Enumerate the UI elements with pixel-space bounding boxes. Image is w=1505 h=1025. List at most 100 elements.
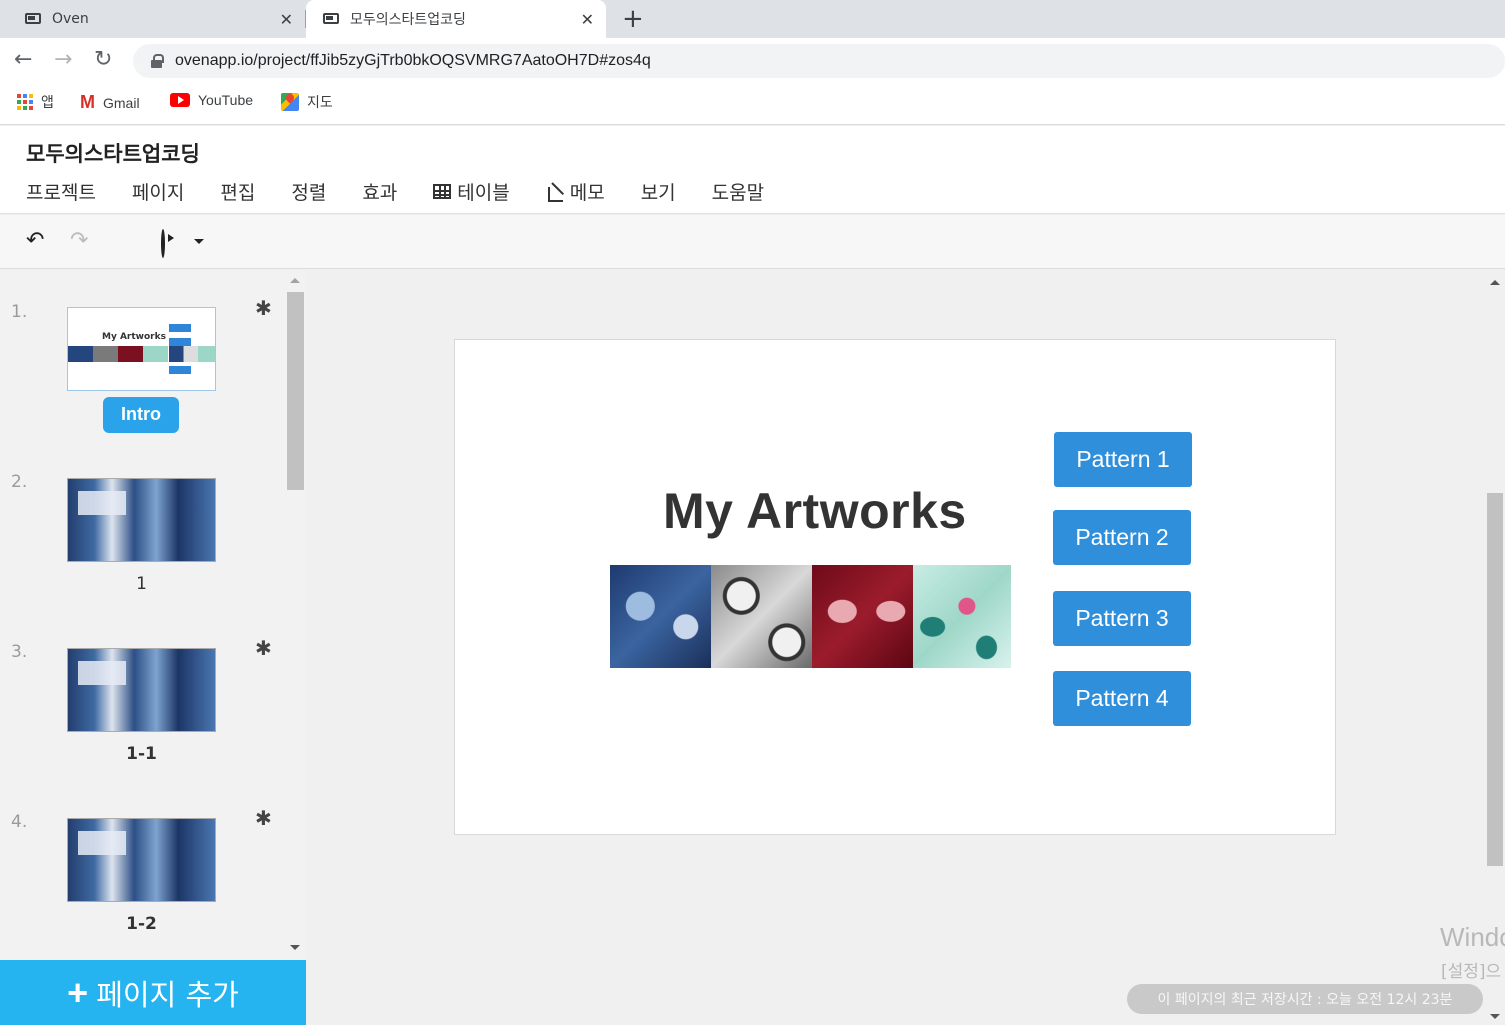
main-scrollbar-thumb[interactable] [1487,493,1503,866]
browser-tab-oven[interactable]: Oven ✕ [0,0,305,38]
table-icon [433,184,452,199]
pattern-4-button[interactable]: Pattern 4 [1053,671,1191,726]
bookmark-youtube[interactable]: YouTube [170,92,253,108]
slide-thumbnail[interactable] [67,478,216,562]
menu-project[interactable]: 프로젝트 [26,178,96,205]
close-tab-icon[interactable]: ✕ [280,10,293,29]
browser-toolbar: ← → ↻ ovenapp.io/project/ffJib5zyGjTrb0b… [0,38,1505,84]
menu-label: 정렬 [291,182,327,204]
window-icon [322,12,340,26]
scroll-down-arrow-icon[interactable] [290,945,300,950]
undo-icon[interactable]: ↶ [26,229,44,253]
menu-label: 테이블 [457,182,510,204]
scroll-up-arrow-icon[interactable] [1490,280,1500,285]
window-icon [24,12,42,26]
app-header: 모두의스타트업코딩 프로젝트 페이지 편집 정렬 효과 테이블 메모 보기 도움… [0,126,1505,214]
tab-title: 모두의스타트업코딩 [350,12,466,28]
pattern-1-button[interactable]: Pattern 1 [1054,432,1192,487]
menu-label: 보기 [640,182,676,204]
play-icon[interactable] [161,229,165,258]
menu-label: 페이지 [131,182,185,204]
menu-bar: 프로젝트 페이지 편집 정렬 효과 테이블 메모 보기 도움말 [26,178,800,205]
pattern-image-4 [913,565,1011,668]
bookmark-apps[interactable]: 앱 [17,92,54,112]
save-status-badge: 이 페이지의 최근 저장시간 : 오늘 오전 12시 23분 [1127,984,1483,1014]
slide-label: Intro [103,397,179,433]
bookmark-gmail[interactable]: M Gmail [80,92,140,113]
windows-activation-watermark: Windo [1440,922,1505,952]
apps-icon [17,94,33,110]
thumbnail-title: My Artworks [102,332,166,342]
forward-arrow-icon[interactable]: → [54,48,72,72]
close-tab-icon[interactable]: ✕ [581,10,594,29]
bookmark-label: 지도 [307,94,333,110]
artwork-image-strip[interactable] [610,565,1014,668]
add-page-label: 페이지 추가 [96,977,239,1012]
gmail-icon: M [80,92,95,112]
project-title: 모두의스타트업코딩 [26,142,200,166]
pattern-image-3 [812,565,913,668]
slide-canvas[interactable]: My Artworks Pattern 1 Pattern 2 Pattern … [454,339,1336,835]
menu-label: 메모 [569,182,605,204]
slide-item[interactable]: 4. ✱ 1-2 [0,806,285,960]
pattern-2-button[interactable]: Pattern 2 [1053,510,1191,565]
bookmarks-bar: 앱 M Gmail YouTube 지도 [0,84,1505,125]
menu-effect[interactable]: 효과 [362,178,397,205]
slide-number: 4. [11,812,28,832]
caret-down-icon[interactable] [194,239,204,244]
slide-number: 2. [11,472,28,492]
slide-item[interactable]: 3. ✱ 1-1 [0,636,285,812]
page-list-sidebar: 1. My Artworks ✱ Intro 2. 1 3. ✱ 1-1 4. … [0,270,306,960]
scroll-down-arrow-icon[interactable] [1490,1014,1500,1019]
slide-title[interactable]: My Artworks [663,482,967,540]
new-tab-button[interactable]: + [622,4,644,34]
redo-icon[interactable]: ↷ [70,229,88,253]
address-bar[interactable]: ovenapp.io/project/ffJib5zyGjTrb0bkOQSVM… [133,44,1505,78]
menu-label: 프로젝트 [26,182,96,204]
add-page-button[interactable]: + 페이지 추가 [0,960,306,1025]
sidebar-scrollbar-thumb[interactable] [287,292,304,490]
thumbnail-image-strip [68,346,168,362]
windows-activation-watermark-subtext: [설정]으 [1441,962,1502,982]
slide-thumbnail[interactable]: My Artworks [67,307,216,391]
slide-item[interactable]: 2. 1 [0,472,285,642]
menu-table[interactable]: 테이블 [433,178,510,205]
youtube-icon [170,93,190,107]
thumbnail-image-strip [169,346,215,362]
thumbnail-button [169,338,191,346]
action-toolbar: ↶ ↷ [0,215,1505,269]
slide-label: 1-2 [126,914,157,934]
menu-label: 도움말 [711,182,765,204]
thumbnail-button [169,324,191,332]
tab-title: Oven [52,11,89,27]
menu-view[interactable]: 보기 [641,178,676,205]
menu-memo[interactable]: 메모 [546,178,605,205]
slide-thumbnail[interactable] [67,648,216,732]
menu-align[interactable]: 정렬 [291,178,326,205]
bookmark-maps[interactable]: 지도 [281,92,333,112]
asterisk-icon: ✱ [255,296,272,320]
url-text: ovenapp.io/project/ffJib5zyGjTrb0bkOQSVM… [175,52,651,69]
menu-label: 편집 [220,182,256,204]
slide-number: 1. [11,302,28,322]
bookmark-label: 앱 [41,94,54,110]
menu-help[interactable]: 도움말 [712,178,764,205]
menu-page[interactable]: 페이지 [132,178,184,205]
scroll-up-arrow-icon[interactable] [290,278,300,283]
plus-icon: + [67,971,89,1013]
menu-label: 효과 [362,182,398,204]
slide-thumbnail[interactable] [67,818,216,902]
slide-item[interactable]: 1. My Artworks ✱ Intro [0,296,285,472]
back-arrow-icon[interactable]: ← [14,48,32,72]
browser-tab-active[interactable]: 모두의스타트업코딩 ✕ [306,0,606,38]
memo-icon [546,183,564,202]
reload-icon[interactable]: ↻ [94,48,112,72]
pattern-image-1 [610,565,711,668]
slide-label: 1-1 [126,744,157,764]
pattern-3-button[interactable]: Pattern 3 [1053,591,1191,646]
menu-edit[interactable]: 편집 [220,178,255,205]
bookmark-label: Gmail [103,94,140,111]
thumbnail-button [169,366,191,374]
browser-tab-strip: Oven ✕ 모두의스타트업코딩 ✕ + [0,0,1505,38]
asterisk-icon: ✱ [255,806,272,830]
